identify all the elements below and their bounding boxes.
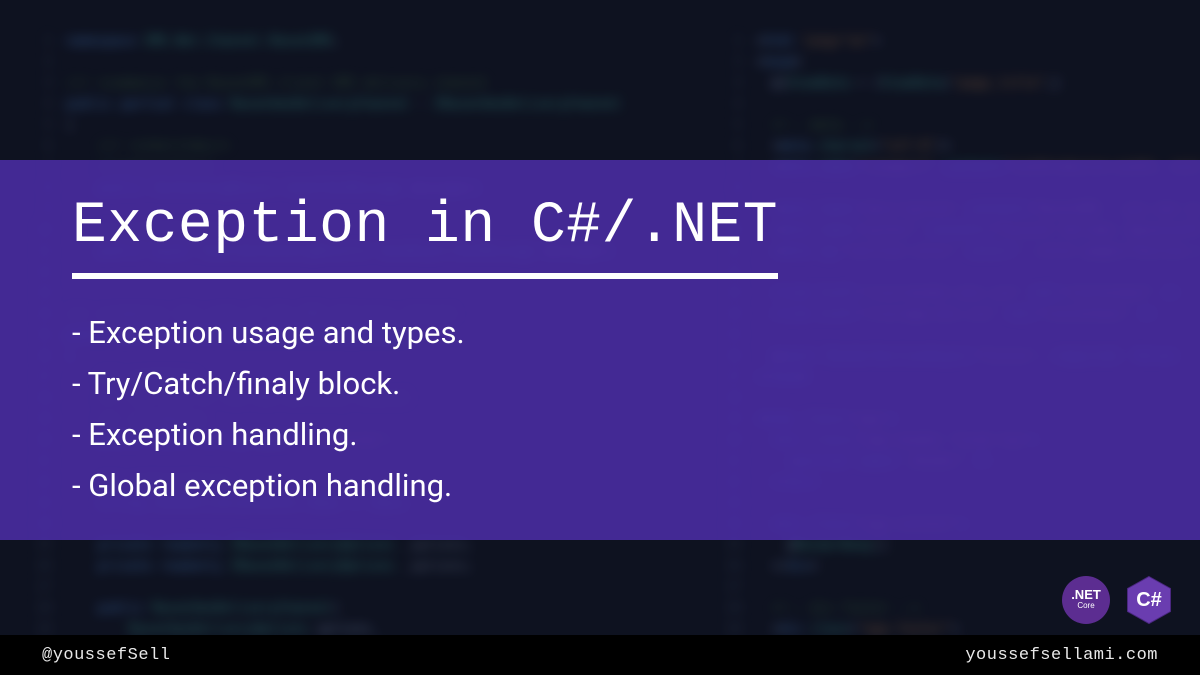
logo-badges: .NET Core C# [1062, 575, 1174, 625]
author-handle: @youssefSell [42, 646, 170, 665]
list-item: Try/Catch/finaly block. [72, 358, 1128, 409]
csharp-label: C# [1136, 589, 1162, 612]
footer-bar: @youssefSell youssefsellami.com [0, 635, 1200, 675]
dotnet-core-icon: .NET Core [1062, 576, 1110, 624]
content-panel: Exception in C#/.NET Exception usage and… [0, 160, 1200, 540]
list-item: Global exception handling. [72, 460, 1128, 511]
csharp-icon: C# [1124, 575, 1174, 625]
page-title: Exception in C#/.NET [72, 194, 778, 279]
bullet-list: Exception usage and types. Try/Catch/fin… [72, 307, 1128, 512]
list-item: Exception handling. [72, 409, 1128, 460]
dotnet-label: .NET [1071, 588, 1101, 601]
dotnet-sub-label: Core [1077, 601, 1094, 611]
author-site: youssefsellami.com [965, 646, 1158, 665]
list-item: Exception usage and types. [72, 307, 1128, 358]
